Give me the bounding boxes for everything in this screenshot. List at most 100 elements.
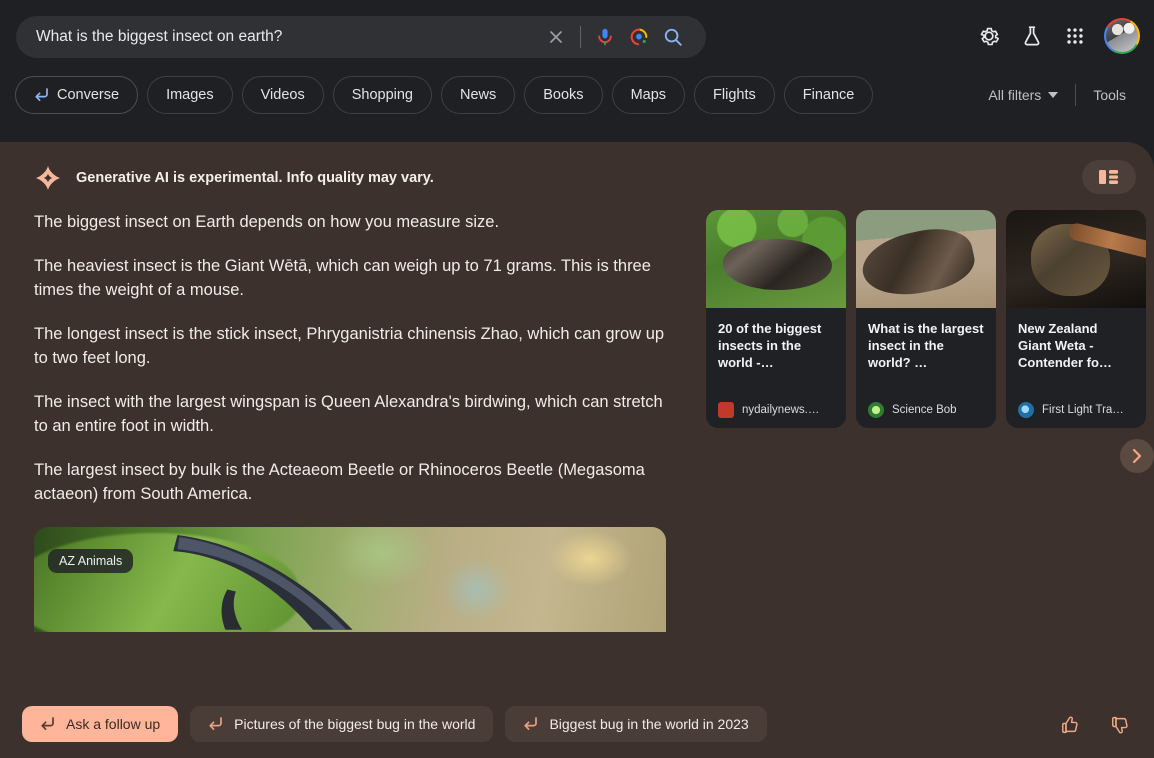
tab-label: Videos: [260, 87, 305, 103]
search-tabs: Converse Images Videos Shopping News Books Map…: [15, 76, 874, 114]
reply-arrow-icon: [40, 717, 56, 731]
tab-label: Shopping: [351, 87, 413, 103]
close-icon: [550, 31, 562, 43]
carousel-next-button[interactable]: [1120, 439, 1154, 473]
search-tabs-row: Converse Images Videos Shopping News Books Map…: [0, 76, 1154, 120]
source-card-title: 20 of the biggest insects in the world -…: [718, 321, 822, 370]
tools-button[interactable]: Tools: [1080, 76, 1139, 114]
settings-button[interactable]: [969, 16, 1009, 56]
tab-shopping[interactable]: Shopping: [332, 76, 432, 114]
beetle-horn-shape: [172, 535, 353, 630]
followup-label: Pictures of the biggest bug in the world: [234, 716, 476, 732]
followup-chips: Ask a follow up Pictures of the biggest b…: [22, 706, 767, 742]
tab-finance[interactable]: Finance: [783, 76, 874, 114]
source-card[interactable]: What is the largest insect in the world?…: [856, 210, 996, 428]
tab-images[interactable]: Images: [147, 76, 233, 114]
tabs-right-controls: All filters Tools: [975, 76, 1139, 114]
search-icon: [664, 28, 682, 46]
source-name: Science Bob: [892, 404, 957, 416]
chevron-right-icon: [1132, 448, 1142, 464]
source-card[interactable]: New Zealand Giant Weta - Contender fo… Fi…: [1006, 210, 1146, 428]
ai-disclaimer-row: Generative AI is experimental. Info qual…: [34, 164, 434, 192]
voice-search-button[interactable]: [588, 20, 622, 54]
source-card-body: 20 of the biggest insects in the world -…: [706, 308, 846, 428]
answer-paragraph: The longest insect is the stick insect, …: [34, 325, 665, 367]
source-card-title: What is the largest insect in the world?…: [868, 321, 984, 370]
labs-button[interactable]: [1012, 16, 1052, 56]
gear-icon: [980, 27, 999, 46]
source-card-image: [706, 210, 846, 308]
reply-arrow-icon: [209, 717, 223, 730]
search-divider: [580, 26, 581, 48]
tabs-divider: [1075, 84, 1077, 106]
google-lens-icon: [630, 28, 648, 46]
thumb-up-icon: [1062, 716, 1078, 734]
beetle-shape: [856, 220, 979, 304]
tools-label: Tools: [1093, 87, 1126, 103]
source-card-source: Science Bob: [868, 402, 984, 418]
generative-ai-panel: Generative AI is experimental. Info qual…: [0, 142, 1154, 758]
all-filters-button[interactable]: All filters: [975, 76, 1071, 114]
tab-news[interactable]: News: [440, 76, 516, 114]
followup-label: Biggest bug in the world in 2023: [549, 716, 749, 732]
search-box-icons: [539, 16, 706, 58]
chevron-down-icon: [1048, 92, 1059, 98]
suggested-followup-chip[interactable]: Pictures of the biggest bug in the world: [190, 706, 494, 742]
hero-image[interactable]: AZ Animals: [34, 527, 666, 632]
avatar-photo: [1106, 20, 1138, 52]
tab-flights[interactable]: Flights: [694, 76, 775, 114]
thumbs-down-button[interactable]: [1104, 710, 1134, 740]
source-card[interactable]: 20 of the biggest insects in the world -…: [706, 210, 846, 428]
source-card-body: What is the largest insect in the world?…: [856, 308, 996, 428]
tab-books[interactable]: Books: [524, 76, 603, 114]
suggested-followup-chip[interactable]: Biggest bug in the world in 2023: [505, 706, 767, 742]
layout-columns-icon: [1099, 170, 1118, 184]
source-card-title: New Zealand Giant Weta - Contender fo…: [1018, 321, 1112, 370]
lens-search-button[interactable]: [622, 20, 656, 54]
sparkle-icon: [35, 165, 61, 191]
top-bar: [0, 0, 1154, 72]
flask-icon: [1024, 26, 1040, 46]
answer-paragraph: The heaviest insect is the Giant Wētā, w…: [34, 257, 651, 299]
ask-followup-button[interactable]: Ask a follow up: [22, 706, 179, 742]
answer-paragraph: The biggest insect on Earth depends on h…: [34, 213, 500, 231]
avatar-image: [1106, 20, 1138, 52]
apps-grid-icon: [1067, 28, 1083, 44]
apps-button[interactable]: [1055, 16, 1095, 56]
tab-label: News: [459, 87, 497, 103]
feedback-controls: [1054, 710, 1134, 740]
thumbs-up-button[interactable]: [1054, 710, 1084, 740]
layout-toggle-button[interactable]: [1082, 160, 1136, 194]
tab-label: Finance: [802, 87, 855, 103]
source-card-source: First Light Tra…: [1018, 402, 1134, 418]
source-cards: 20 of the biggest insects in the world -…: [706, 210, 1146, 428]
source-card-body: New Zealand Giant Weta - Contender fo… Fi…: [1006, 308, 1146, 428]
tab-label: Flights: [713, 87, 756, 103]
beetle-shape: [722, 239, 832, 291]
reply-arrow-icon: [523, 717, 539, 731]
source-card-source: nydailynews.…: [718, 402, 834, 418]
source-favicon: [1018, 402, 1034, 418]
clear-search-button[interactable]: [539, 20, 573, 54]
reply-arrow-icon: [35, 88, 48, 101]
source-name: nydailynews.…: [742, 404, 820, 416]
search-box[interactable]: [16, 16, 706, 58]
tab-videos[interactable]: Videos: [241, 76, 324, 114]
tab-converse[interactable]: Converse: [15, 76, 139, 114]
thumb-down-icon: [1112, 716, 1128, 734]
top-right-actions: [969, 16, 1140, 56]
ai-answer-body: The biggest insect on Earth depends on h…: [34, 210, 674, 526]
source-favicon: [718, 402, 734, 418]
answer-paragraph: The insect with the largest wingspan is …: [34, 393, 663, 435]
search-input[interactable]: [16, 28, 539, 46]
tab-maps[interactable]: Maps: [611, 76, 686, 114]
source-card-image: [856, 210, 996, 308]
search-submit-button[interactable]: [656, 20, 690, 54]
tab-label: Books: [543, 87, 584, 103]
source-favicon: [868, 402, 884, 418]
reply-arrow-icon: [208, 717, 224, 731]
tab-label: Images: [166, 87, 214, 103]
reply-arrow-icon: [524, 717, 538, 730]
avatar[interactable]: [1104, 18, 1140, 54]
microphone-icon: [598, 28, 612, 46]
